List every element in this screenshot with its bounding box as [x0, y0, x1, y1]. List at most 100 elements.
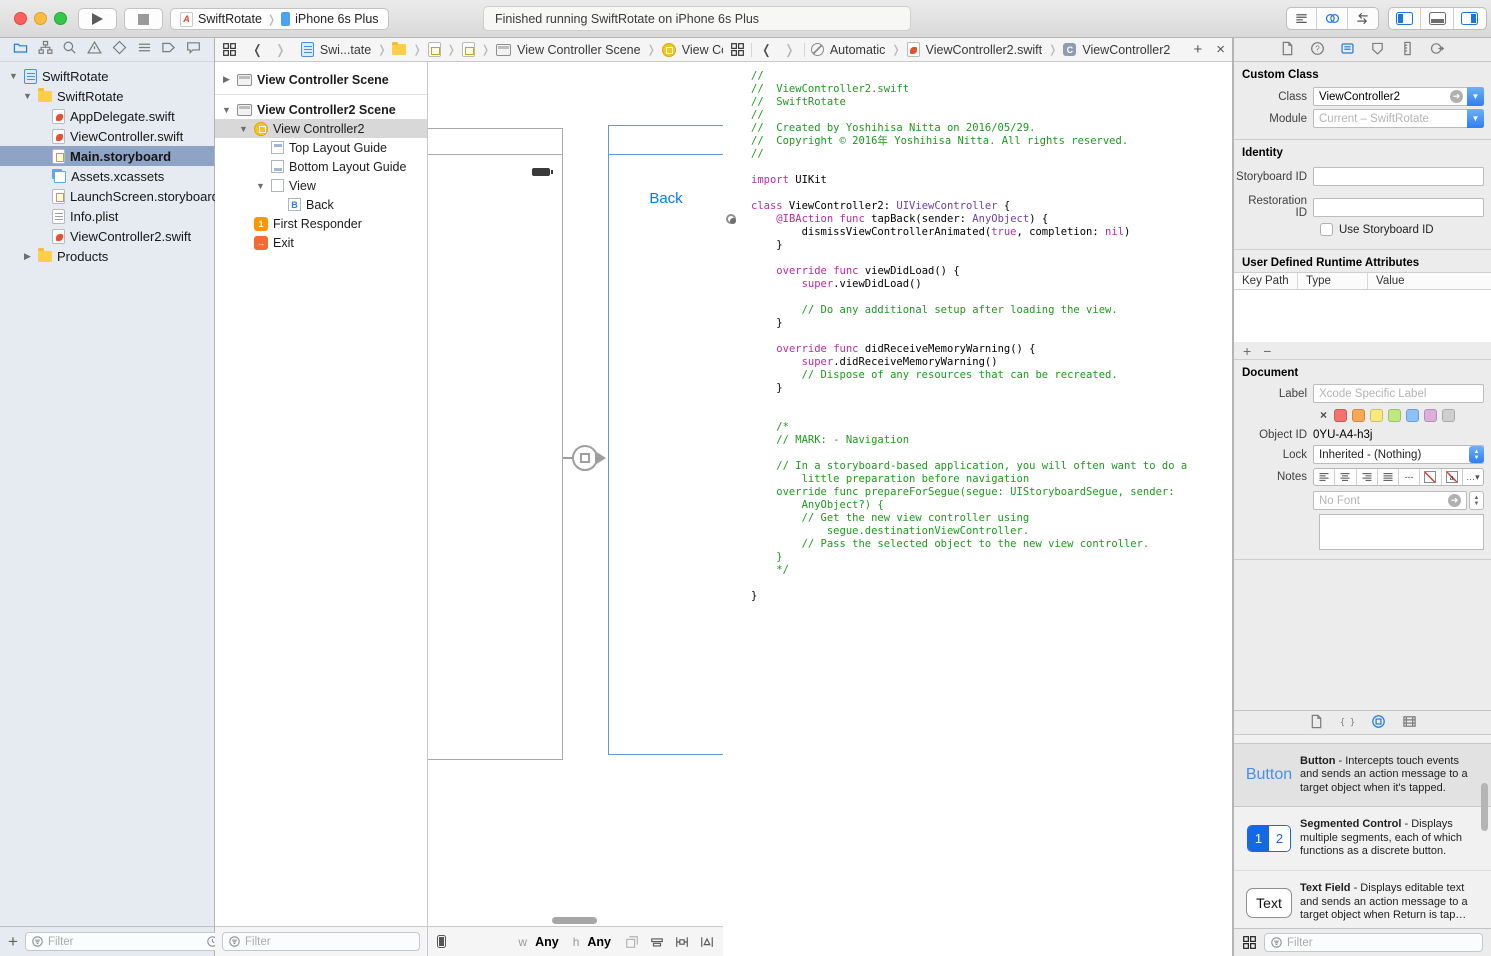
outline-item-view-controller2[interactable]: ▼View Controller2	[215, 119, 427, 138]
assistant-editor-button[interactable]	[1317, 8, 1347, 29]
inspector-tab-size[interactable]	[1400, 41, 1415, 59]
add-attribute-button[interactable]: +	[1243, 343, 1251, 359]
disclosure-triangle-icon[interactable]: ▼	[255, 181, 266, 191]
storyboard-canvas[interactable]: Back	[428, 62, 723, 926]
size-class-h-value[interactable]: Any	[587, 935, 611, 949]
navigator-filter-field[interactable]	[25, 932, 242, 951]
column-type[interactable]: Type	[1298, 273, 1368, 289]
outline-item-bottom-layout-guide[interactable]: Bottom Layout Guide	[215, 157, 427, 176]
back-arrow-button[interactable]: ❬	[758, 42, 775, 58]
swatch-green[interactable]	[1388, 409, 1401, 422]
swatch-purple[interactable]	[1424, 409, 1437, 422]
notes-text-area[interactable]	[1319, 514, 1484, 550]
swatch-orange[interactable]	[1352, 409, 1365, 422]
disclosure-triangle-icon[interactable]: ▼	[22, 91, 33, 101]
outline-item-view[interactable]: ▼View	[215, 176, 427, 195]
related-items-icon[interactable]	[222, 42, 237, 57]
view-controller-1-canvas[interactable]	[428, 128, 563, 760]
runtime-attributes-table[interactable]	[1234, 290, 1491, 342]
navigator-item-viewcontroller-swift[interactable]: ViewController.swift	[0, 126, 214, 146]
outline-toggle-button[interactable]	[437, 935, 446, 948]
module-field[interactable]: Current – SwiftRotate ▼	[1313, 109, 1484, 128]
navigator-tab-search[interactable]	[62, 40, 77, 60]
pin-constraints-icon[interactable]	[675, 935, 689, 949]
notes-align-right-button[interactable]	[1357, 469, 1378, 485]
restoration-id-field[interactable]	[1313, 198, 1484, 217]
align-button-icon[interactable]	[650, 935, 664, 949]
code-editor[interactable]: //// ViewController2.swift// SwiftRotate…	[723, 62, 1232, 603]
library-tab-media[interactable]	[1402, 714, 1417, 732]
breadcrumb-controller[interactable]: View Controller2	[682, 43, 723, 57]
library-tab-file-templates[interactable]	[1309, 714, 1324, 732]
library-tab-code-snippets[interactable]: { }	[1340, 714, 1355, 732]
notes-align-left-button[interactable]	[1314, 469, 1335, 485]
document-label-input[interactable]	[1319, 388, 1478, 400]
navigator-item-launchscreen-storyboard[interactable]: LaunchScreen.storyboard	[0, 186, 214, 206]
forward-arrow-button[interactable]: ❭	[272, 42, 289, 58]
class-field[interactable]: ➜ ▼	[1313, 87, 1484, 106]
navigator-item-swiftrotate[interactable]: ▼SwiftRotate	[0, 66, 214, 86]
navigator-filter-input[interactable]	[48, 936, 202, 948]
remove-attribute-button[interactable]: −	[1263, 343, 1271, 359]
library-filter-field[interactable]	[1264, 933, 1483, 952]
navigator-toggle-button[interactable]	[1389, 8, 1421, 29]
outline-filter-input[interactable]	[245, 936, 414, 948]
restoration-id-input[interactable]	[1319, 201, 1478, 213]
column-key-path[interactable]: Key Path	[1234, 273, 1298, 289]
use-storyboard-id-checkbox[interactable]	[1320, 223, 1333, 236]
scheme-selector[interactable]: A SwiftRotate ❭ iPhone 6s Plus	[170, 8, 389, 30]
navigator-item-assets-xcassets[interactable]: Assets.xcassets	[0, 166, 214, 186]
navigator-tab-breakpoints[interactable]	[161, 40, 176, 60]
library-view-mode-icon[interactable]	[1242, 935, 1257, 950]
library-item-text-field[interactable]: TextText Field - Displays editable text …	[1234, 871, 1491, 935]
breadcrumb-scene[interactable]: View Controller Scene	[517, 43, 640, 57]
stop-button[interactable]	[124, 8, 163, 30]
navigator-tab-symbols[interactable]	[38, 40, 53, 60]
swatch-yellow[interactable]	[1370, 409, 1383, 422]
ibaction-connection-well[interactable]	[726, 214, 736, 224]
lock-dropdown[interactable]: Inherited - (Nothing) ▲▼	[1313, 445, 1484, 464]
navigator-tab-reports[interactable]	[186, 40, 201, 60]
swatch-gray[interactable]	[1442, 409, 1455, 422]
navigator-tab-project[interactable]	[13, 40, 28, 60]
swatch-red[interactable]	[1334, 409, 1347, 422]
outline-item-first-responder[interactable]: 1First Responder	[215, 214, 427, 233]
library-filter-input[interactable]	[1287, 937, 1477, 949]
navigator-item-swiftrotate[interactable]: ▼SwiftRotate	[0, 86, 214, 106]
column-value[interactable]: Value	[1368, 273, 1491, 289]
font-field[interactable]: ➜	[1313, 491, 1467, 510]
resolve-autolayout-icon[interactable]	[700, 935, 714, 949]
run-button[interactable]	[78, 8, 117, 30]
outline-item-view-controller-scene[interactable]: ▶View Controller Scene	[215, 70, 427, 89]
minimize-window-button[interactable]	[34, 12, 47, 25]
disclosure-triangle-icon[interactable]: ▼	[221, 105, 232, 115]
library-item-button[interactable]: ButtonButton - Intercepts touch events a…	[1234, 743, 1491, 807]
standard-editor-button[interactable]	[1287, 8, 1317, 29]
library-tab-objects[interactable]	[1371, 714, 1386, 732]
disclosure-triangle-icon[interactable]: ▶	[221, 74, 232, 85]
navigator-tab-issues[interactable]	[87, 40, 102, 60]
outline-item-view-controller2-scene[interactable]: ▼View Controller2 Scene	[215, 100, 427, 119]
class-dropdown-button[interactable]: ▼	[1467, 87, 1484, 106]
font-picker-icon[interactable]: ➜	[1448, 494, 1461, 507]
navigator-item-info-plist[interactable]: Info.plist	[0, 206, 214, 226]
outline-filter-field[interactable]	[222, 932, 420, 951]
swatch-blue[interactable]	[1406, 409, 1419, 422]
add-file-button[interactable]: +	[8, 933, 18, 950]
inspector-tab-identity[interactable]	[1340, 41, 1355, 59]
back-button-canvas[interactable]: Back	[609, 190, 723, 207]
debug-area-toggle-button[interactable]	[1421, 8, 1453, 29]
inspector-tab-file[interactable]	[1280, 41, 1295, 59]
document-label-field[interactable]	[1313, 384, 1484, 403]
inspector-tab-connections[interactable]	[1430, 41, 1445, 59]
jump-to-class-icon[interactable]: ➜	[1450, 90, 1463, 103]
outline-item-exit[interactable]: →Exit	[215, 233, 427, 252]
navigator-item-main-storyboard[interactable]: Main.storyboard	[0, 146, 214, 166]
storyboard-id-input[interactable]	[1319, 171, 1478, 183]
storyboard-id-field[interactable]	[1313, 167, 1484, 186]
notes-no-fill-button[interactable]	[1420, 469, 1441, 485]
navigator-item-products[interactable]: ▶Products	[0, 246, 214, 266]
outline-item-top-layout-guide[interactable]: Top Layout Guide	[215, 138, 427, 157]
embed-in-stack-icon[interactable]	[625, 935, 639, 949]
font-input[interactable]	[1319, 495, 1448, 507]
